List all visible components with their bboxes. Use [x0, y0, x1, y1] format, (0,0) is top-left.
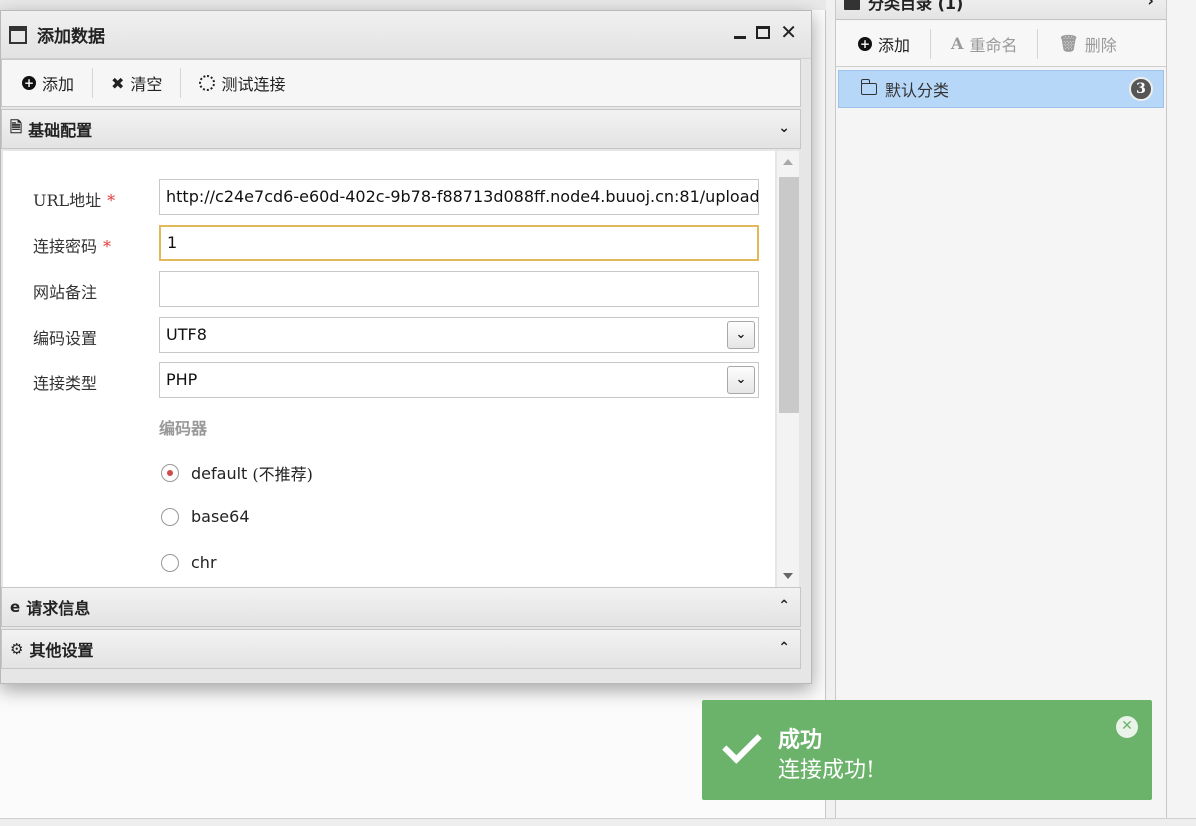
category-delete-button[interactable]: 🗑 删除 — [1058, 29, 1136, 59]
maximize-icon[interactable] — [756, 25, 771, 39]
section-basic-title: 基础配置 — [28, 121, 93, 140]
category-rename-label: 重命名 — [969, 35, 1018, 55]
success-toast: 成功 连接成功! ✕ — [702, 700, 1152, 800]
minimize-icon[interactable] — [734, 35, 747, 39]
encoder-option-chr[interactable]: chr — [161, 553, 217, 572]
folder-icon — [844, 0, 860, 10]
plus-circle-icon: + — [22, 76, 36, 90]
toast-message: 连接成功! — [778, 758, 875, 783]
basic-config-form: URL地址 * http://c24e7cd6-e60d-402c-9b78-f8… — [3, 151, 775, 587]
encoding-row: 编码设置 UTF8 ⌄ — [3, 317, 775, 355]
category-header[interactable]: 分类目录 (1) › — [836, 0, 1166, 20]
test-connection-label: 测试连接 — [221, 75, 286, 94]
encoder-chr-name: chr — [191, 553, 217, 572]
category-item-default[interactable]: 默认分类 3 — [838, 70, 1164, 108]
type-row: 连接类型 PHP ⌄ — [3, 362, 775, 400]
add-button[interactable]: + 添加 — [22, 68, 94, 98]
note-row: 网站备注 — [3, 271, 775, 309]
password-input[interactable]: 1 — [159, 225, 759, 261]
chevron-down-icon[interactable]: ⌄ — [727, 366, 755, 394]
file-icon: 🗎 — [10, 117, 23, 136]
radio-unchecked[interactable] — [161, 507, 179, 526]
scroll-thumb[interactable] — [779, 177, 799, 413]
bottom-strip — [0, 818, 1196, 826]
checkmark-icon — [722, 724, 762, 764]
section-other-settings[interactable]: ⚙ 其他设置 ⌃ — [1, 629, 801, 669]
encoder-base64-name: base64 — [191, 507, 250, 526]
password-label: 连接密码 * — [33, 237, 112, 256]
plus-circle-icon: + — [858, 36, 872, 51]
encoding-value: UTF8 — [166, 325, 207, 344]
trash-icon: 🗑 — [1058, 34, 1079, 53]
type-value: PHP — [166, 370, 198, 389]
add-data-dialog: 添加数据 ✕ + 添加 ✖ 清空 测试连接 🗎 基础配置 ⌄ URL地址 * ht… — [0, 10, 812, 684]
radio-unchecked[interactable] — [161, 553, 179, 572]
right-edge-panel — [1166, 0, 1196, 826]
section-other-title: 其他设置 — [29, 641, 94, 660]
chevron-up-icon[interactable]: ⌃ — [778, 598, 790, 614]
toast-title: 成功 — [778, 727, 823, 753]
section-request-info[interactable]: e 请求信息 ⌃ — [1, 587, 801, 627]
window-controls: ✕ — [734, 22, 797, 42]
required-mark: * — [107, 191, 116, 210]
encoding-select[interactable]: UTF8 ⌄ — [159, 317, 759, 353]
close-icon[interactable]: ✕ — [1116, 716, 1138, 738]
password-row: 连接密码 * 1 — [3, 225, 775, 263]
encoder-label: 编码器 — [159, 419, 208, 438]
form-scrollbar[interactable] — [777, 151, 799, 587]
encoder-option-default[interactable]: default (不推荐) — [161, 461, 313, 485]
gears-icon: ⚙ — [10, 640, 24, 658]
spinner-icon — [199, 75, 216, 91]
add-label: 添加 — [42, 75, 75, 94]
chevron-right-icon[interactable]: › — [1147, 0, 1154, 14]
dialog-title: 添加数据 — [37, 27, 105, 47]
category-item-label: 默认分类 — [885, 81, 950, 100]
test-connection-button[interactable]: 测试连接 — [199, 68, 303, 98]
encoding-label: 编码设置 — [33, 329, 98, 348]
url-input[interactable]: http://c24e7cd6-e60d-402c-9b78-f88713d08… — [159, 179, 759, 215]
required-mark: * — [103, 237, 112, 256]
encoder-default-name: default — [191, 463, 248, 483]
dialog-titlebar[interactable]: 添加数据 ✕ — [1, 11, 811, 59]
section-basic-config[interactable]: 🗎 基础配置 ⌄ — [1, 109, 801, 149]
font-icon: A — [951, 34, 964, 53]
encoder-option-base64[interactable]: base64 — [161, 507, 250, 526]
category-header-title: 分类目录 (1) — [868, 0, 964, 13]
ie-icon: e — [10, 598, 21, 616]
folder-open-icon — [860, 79, 877, 95]
count-badge: 3 — [1129, 77, 1153, 101]
radio-checked[interactable] — [161, 464, 179, 482]
window-icon — [9, 25, 27, 44]
url-label: URL地址 * — [33, 191, 116, 210]
category-panel: 分类目录 (1) › + 添加 A 重命名 🗑 删除 默认分类 3 — [836, 0, 1166, 818]
chevron-up-icon[interactable]: ⌃ — [778, 640, 790, 656]
url-row: URL地址 * http://c24e7cd6-e60d-402c-9b78-f8… — [3, 179, 775, 217]
clear-label: 清空 — [130, 75, 163, 94]
scroll-down-icon[interactable] — [783, 573, 793, 579]
clear-button[interactable]: ✖ 清空 — [111, 68, 182, 98]
category-rename-button[interactable]: A 重命名 — [951, 28, 1039, 59]
type-select[interactable]: PHP ⌄ — [159, 362, 759, 398]
category-add-label: 添加 — [878, 35, 911, 55]
category-list: 默认分类 3 — [838, 70, 1164, 108]
section-request-title: 请求信息 — [26, 599, 91, 618]
note-input[interactable] — [159, 271, 759, 307]
scroll-up-icon[interactable] — [783, 159, 793, 165]
category-toolbar: + 添加 A 重命名 🗑 删除 — [836, 21, 1166, 67]
chevron-down-icon[interactable]: ⌄ — [727, 321, 755, 349]
type-label: 连接类型 — [33, 374, 98, 393]
chevron-down-icon[interactable]: ⌄ — [778, 120, 790, 136]
dialog-toolbar: + 添加 ✖ 清空 测试连接 — [1, 59, 801, 107]
close-icon[interactable]: ✕ — [780, 22, 797, 42]
category-add-button[interactable]: + 添加 — [858, 28, 932, 59]
category-delete-label: 删除 — [1084, 35, 1117, 55]
close-icon: ✖ — [111, 73, 125, 93]
note-label: 网站备注 — [33, 283, 98, 302]
workspace-top-strip — [0, 0, 826, 10]
encoder-default-suffix: (不推荐) — [252, 465, 313, 484]
